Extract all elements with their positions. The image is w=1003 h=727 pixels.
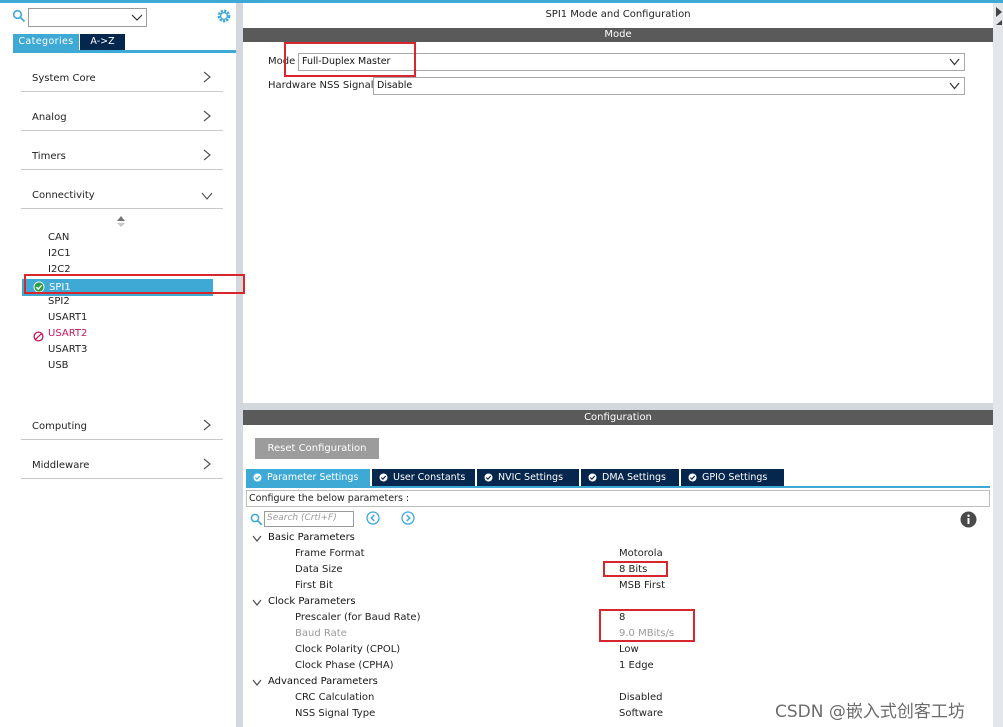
peripheral-spi2[interactable]: SPI2	[48, 296, 70, 307]
category-system-core[interactable]: System Core	[21, 53, 223, 92]
tab-label: GPIO Settings	[702, 472, 768, 483]
peripheral-usart1[interactable]: USART1	[48, 312, 87, 323]
peripheral-i2c1[interactable]: I2C1	[48, 248, 71, 259]
tab-a-to-z[interactable]: A->Z	[80, 34, 125, 50]
scroll-up-down-icon[interactable]	[116, 215, 126, 229]
param-clock-polarity: Clock Polarity (CPOL)	[295, 644, 401, 655]
chevron-right-icon	[203, 419, 211, 431]
collapse-arrow-icon[interactable]	[994, 6, 1003, 26]
mode-panel-title: SPI1 Mode and Configuration	[545, 9, 691, 20]
group-clock-parameters[interactable]: Clock Parameters	[268, 596, 356, 607]
value-crc-calculation[interactable]: Disabled	[619, 692, 662, 703]
mode-section-header: Mode	[243, 28, 993, 42]
category-label: Timers	[32, 151, 66, 162]
chevron-down-icon[interactable]	[252, 679, 262, 686]
param-nss-signal-type: NSS Signal Type	[295, 708, 376, 719]
tab-user-constants[interactable]: User Constants	[372, 469, 475, 486]
category-middleware[interactable]: Middleware	[21, 440, 223, 479]
category-analog[interactable]: Analog	[21, 92, 223, 131]
category-label: Analog	[32, 112, 67, 123]
hardware-nss-select[interactable]: Disable	[373, 77, 965, 95]
tab-label: DMA Settings	[602, 472, 666, 483]
param-baud-rate: Baud Rate	[295, 628, 347, 639]
param-frame-format: Frame Format	[295, 548, 365, 559]
previous-match-icon[interactable]	[366, 511, 380, 525]
tab-parameter-settings[interactable]: Parameter Settings	[246, 469, 370, 486]
chevron-right-icon	[203, 458, 211, 470]
peripheral-usart2[interactable]: USART2	[48, 328, 87, 339]
info-icon[interactable]	[960, 511, 977, 528]
param-clock-phase: Clock Phase (CPHA)	[295, 660, 394, 671]
value-nss-signal-type[interactable]: Software	[619, 708, 663, 719]
highlight-clock	[599, 609, 695, 642]
param-prescaler: Prescaler (for Baud Rate)	[295, 612, 421, 623]
check-circle-icon	[588, 473, 597, 482]
tab-underline	[246, 486, 990, 488]
peripheral-can[interactable]: CAN	[48, 232, 69, 243]
chevron-down-icon[interactable]	[252, 535, 262, 542]
chevron-down-icon	[201, 192, 213, 200]
chevron-down-icon[interactable]	[131, 12, 143, 22]
param-first-bit: First Bit	[295, 580, 333, 591]
tab-categories[interactable]: Categories	[13, 34, 79, 50]
parameter-hint: Configure the below parameters :	[246, 490, 990, 507]
pane-splitter[interactable]	[236, 3, 243, 727]
tab-dma-settings[interactable]: DMA Settings	[581, 469, 679, 486]
value-clock-polarity[interactable]: Low	[619, 644, 639, 655]
category-timers[interactable]: Timers	[21, 131, 223, 170]
category-label: System Core	[32, 73, 96, 84]
hardware-nss-label: Hardware NSS Signal	[268, 80, 374, 91]
category-computing[interactable]: Computing	[21, 401, 223, 440]
gear-icon[interactable]	[216, 8, 232, 24]
category-connectivity[interactable]: Connectivity	[21, 170, 223, 209]
chevron-down-icon[interactable]	[252, 599, 262, 606]
reset-configuration-button[interactable]: Reset Configuration	[255, 438, 379, 459]
left-pane: Categories A->Z System Core Analog Timer…	[0, 3, 236, 727]
peripheral-usart3[interactable]: USART3	[48, 344, 87, 355]
watermark-text: CSDN @嵌入式创客工坊	[775, 702, 965, 722]
tab-gpio-settings[interactable]: GPIO Settings	[681, 469, 784, 486]
highlight-mode	[284, 42, 416, 77]
category-search	[12, 8, 148, 27]
hardware-nss-value: Disable	[377, 80, 413, 91]
value-frame-format[interactable]: Motorola	[619, 548, 663, 559]
value-first-bit[interactable]: MSB First	[619, 580, 665, 591]
chevron-down-icon	[949, 58, 960, 66]
param-crc-calculation: CRC Calculation	[295, 692, 375, 703]
category-label: Middleware	[32, 460, 90, 471]
chevron-right-icon	[203, 71, 211, 83]
check-circle-icon	[379, 473, 388, 482]
tab-nvic-settings[interactable]: NVIC Settings	[477, 469, 579, 486]
hint-text: Configure the below parameters :	[249, 493, 410, 504]
search-combobox[interactable]	[28, 8, 147, 27]
tab-label: User Constants	[393, 472, 466, 483]
check-circle-icon	[253, 473, 262, 482]
highlight-spi1	[24, 274, 245, 294]
parameter-search-input[interactable]: Search (Crtl+F)	[264, 511, 354, 527]
search-icon[interactable]	[12, 9, 26, 23]
group-basic-parameters[interactable]: Basic Parameters	[268, 532, 355, 543]
search-icon[interactable]	[250, 513, 263, 526]
search-placeholder: Search (Crtl+F)	[267, 513, 337, 523]
right-scroll-edge[interactable]	[993, 3, 1003, 727]
next-match-icon[interactable]	[401, 511, 415, 525]
chevron-right-icon	[203, 149, 211, 161]
ban-icon	[33, 331, 44, 342]
tab-label: Parameter Settings	[267, 472, 359, 483]
configuration-header: Configuration	[243, 410, 993, 425]
chevron-right-icon	[203, 110, 211, 122]
category-label: Connectivity	[32, 190, 95, 201]
panel-splitter[interactable]	[243, 403, 993, 410]
highlight-data-size	[603, 561, 668, 577]
check-circle-icon	[484, 473, 493, 482]
value-clock-phase[interactable]: 1 Edge	[619, 660, 654, 671]
category-label: Computing	[32, 421, 87, 432]
tab-label: NVIC Settings	[498, 472, 564, 483]
chevron-down-icon	[949, 82, 960, 90]
group-advanced-parameters[interactable]: Advanced Parameters	[268, 676, 378, 687]
param-data-size: Data Size	[295, 564, 343, 575]
peripheral-usb[interactable]: USB	[48, 360, 69, 371]
check-circle-icon	[688, 473, 697, 482]
